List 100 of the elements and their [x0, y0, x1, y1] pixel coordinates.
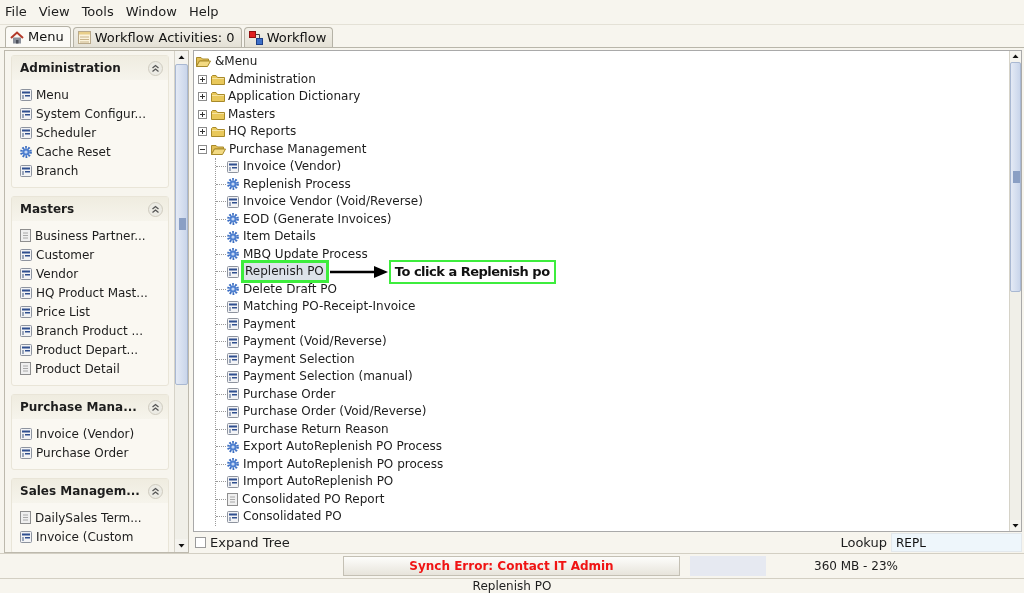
window-icon: [227, 510, 239, 523]
collapse-icon[interactable]: [148, 483, 163, 499]
sidebar-link[interactable]: Vendor: [20, 264, 165, 283]
tree-item[interactable]: Export AutoReplenish PO Process: [242, 438, 444, 456]
tree-item[interactable]: Application Dictionary: [227, 88, 362, 106]
tree-item[interactable]: Payment (Void/Reverse): [242, 333, 388, 351]
sidebar-link[interactable]: Price List: [20, 302, 165, 321]
sidebar-link[interactable]: Product Depart...: [20, 340, 165, 359]
top-menu[interactable]: View: [38, 2, 70, 22]
sync-error-button[interactable]: Synch Error: Contact IT Admin: [343, 556, 680, 576]
list-icon: [77, 31, 91, 44]
tree-item[interactable]: &Menu: [214, 53, 259, 71]
tree-item[interactable]: Purchase Order (Void/Reverse): [242, 403, 428, 421]
gear-icon: [227, 283, 239, 296]
workflow-icon: [248, 30, 263, 45]
open-folder-icon: [211, 143, 226, 155]
sidebar-link[interactable]: Purchase Order: [20, 443, 165, 462]
tree-item[interactable]: Consolidated PO: [242, 508, 343, 526]
window-icon: [227, 388, 239, 401]
sidebar-link[interactable]: Scheduler: [20, 123, 165, 142]
document-icon: [20, 362, 31, 375]
window-icon: [20, 324, 32, 337]
scroll-up-button[interactable]: [175, 51, 188, 64]
window-icon: [227, 475, 239, 488]
tree-item[interactable]: Import AutoReplenish PO: [242, 473, 395, 491]
window-icon: [227, 353, 239, 366]
folder-icon: [211, 91, 225, 103]
lookup-label: Lookup: [840, 533, 887, 552]
sidebar-link[interactable]: Invoice (Custom: [20, 527, 165, 546]
sidebar-link[interactable]: Cache Reset: [20, 142, 165, 161]
tree-item[interactable]: Consolidated PO Report: [241, 490, 386, 508]
tree-item[interactable]: Payment Selection: [242, 350, 356, 368]
tab[interactable]: Menu: [5, 26, 71, 47]
sidebar-link[interactable]: Menu: [20, 85, 165, 104]
tree-item[interactable]: Item Details: [242, 228, 317, 246]
sidebar-link[interactable]: Invoice (Vendor): [20, 424, 165, 443]
group-title: Purchase Mana...: [20, 399, 137, 416]
tree-item[interactable]: Administration: [227, 70, 317, 88]
scrollbar[interactable]: [174, 51, 188, 552]
sidebar-link[interactable]: Branch: [20, 161, 165, 180]
tree-item[interactable]: Replenish PO: [241, 260, 329, 284]
plus-box-icon[interactable]: [198, 92, 207, 102]
tree-item[interactable]: Masters: [227, 105, 277, 123]
scroll-down-button[interactable]: [1010, 520, 1021, 531]
gear-icon: [227, 458, 239, 471]
tree-item[interactable]: Purchase Order: [242, 385, 337, 403]
gear-icon: [227, 230, 239, 243]
document-icon: [227, 492, 238, 506]
window-icon: [227, 335, 239, 348]
tree-item[interactable]: Invoice (Vendor): [242, 158, 343, 176]
minus-box-icon[interactable]: [198, 144, 207, 154]
sidebar-link[interactable]: Business Partner...: [20, 226, 165, 245]
folder-icon: [211, 126, 225, 138]
tree-item[interactable]: Replenish Process: [242, 175, 352, 193]
scroll-up-button[interactable]: [1010, 51, 1021, 62]
tree-item[interactable]: HQ Reports: [227, 123, 298, 141]
scrollbar-thumb[interactable]: [175, 64, 188, 385]
tree-item[interactable]: Matching PO-Receipt-Invoice: [242, 298, 417, 316]
collapse-icon[interactable]: [148, 399, 163, 415]
sidebar-link[interactable]: System Configur...: [20, 104, 165, 123]
checkbox-icon[interactable]: [195, 537, 206, 548]
window-icon: [20, 88, 32, 101]
top-menu[interactable]: File: [5, 2, 27, 22]
tree-item[interactable]: Import AutoReplenish PO process: [242, 455, 445, 473]
window-icon: [20, 126, 32, 139]
scrollbar-thumb[interactable]: [1010, 62, 1021, 293]
tree-item[interactable]: EOD (Generate Invoices): [242, 210, 393, 228]
tab[interactable]: Workflow: [243, 27, 334, 47]
tree-item[interactable]: Payment: [242, 315, 297, 333]
gear-icon: [227, 178, 239, 191]
sidebar-link[interactable]: HQ Product Mast...: [20, 283, 165, 302]
window-icon: [20, 343, 32, 356]
folder-icon: [211, 73, 225, 85]
tree-item[interactable]: Purchase Management: [228, 140, 368, 158]
folder-icon: [211, 108, 225, 120]
window-icon: [227, 160, 239, 173]
scrollbar[interactable]: [1009, 51, 1021, 531]
home-icon: [10, 30, 24, 44]
plus-box-icon[interactable]: [198, 74, 207, 84]
window-icon: [20, 446, 32, 459]
plus-box-icon[interactable]: [198, 127, 207, 137]
plus-box-icon[interactable]: [198, 109, 207, 119]
sidebar-link[interactable]: Customer: [20, 245, 165, 264]
top-menu[interactable]: Window: [125, 2, 177, 22]
scroll-down-button[interactable]: [175, 539, 188, 552]
expand-tree-checkbox[interactable]: Expand Tree: [195, 532, 290, 553]
collapse-icon[interactable]: [148, 60, 163, 76]
top-menu[interactable]: Help: [188, 2, 219, 22]
sidebar-link[interactable]: Product Detail: [20, 359, 165, 378]
tree-item[interactable]: Payment Selection (manual): [242, 368, 414, 386]
tree-item[interactable]: Invoice Vendor (Void/Reverse): [242, 193, 424, 211]
sidebar-link[interactable]: Branch Product ...: [20, 321, 165, 340]
top-menu[interactable]: Tools: [81, 2, 114, 22]
document-icon: [20, 511, 31, 524]
tree-item[interactable]: MBQ Update Process: [242, 245, 369, 263]
tab[interactable]: Workflow Activities: 0: [72, 27, 242, 47]
sidebar-link[interactable]: DailySales Term...: [20, 508, 165, 527]
lookup-field[interactable]: REPL: [891, 533, 1022, 552]
collapse-icon[interactable]: [148, 201, 163, 217]
tree-item[interactable]: Purchase Return Reason: [242, 420, 390, 438]
